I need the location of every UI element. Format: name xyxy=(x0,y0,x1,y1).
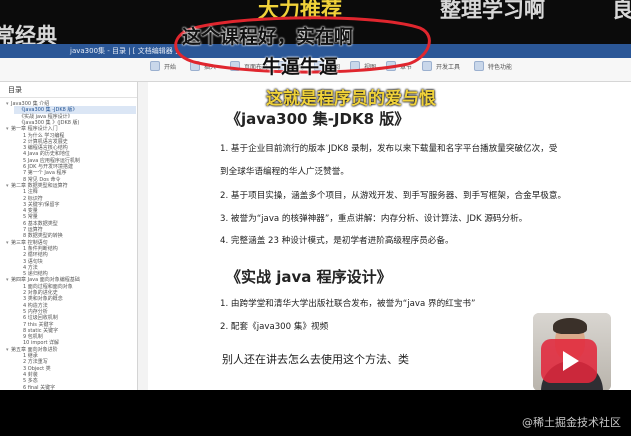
danmaku-yellow: 这就是程序员的爱与恨 xyxy=(266,89,436,109)
video-subtitle: 别人还在讲去怎么去使用这个方法、类 xyxy=(220,351,411,367)
outline-title: 目录 xyxy=(8,86,22,94)
doc-heading-2: 《实战 java 程序设计》 xyxy=(226,268,392,286)
doc-item-1b: 到全球华语编程的华人广泛赞誉。 xyxy=(220,167,349,177)
outline-header: 目录 xyxy=(0,82,137,98)
danmaku-bubble-line1: 这个课程好，实在啊 xyxy=(182,26,354,48)
danmaku-right-partial: 良 xyxy=(612,0,631,22)
doc-item-4: 4. 完整涵盖 23 种设计模式，是初学者进阶高级程序员必备。 xyxy=(220,236,454,246)
bottom-bar: @稀土掘金技术社区 xyxy=(0,390,631,436)
outline-sidebar: 目录 ▾ Java300 集 介绍 《java300 集 -JDK8 版》 《实战 j… xyxy=(0,82,138,390)
ribbon-feature-icon[interactable] xyxy=(474,61,484,71)
doc-item-3: 3. 被誉为“java 的核弹神器”，重点讲解：内存分析、设计算法、JDK 源码… xyxy=(220,214,528,224)
danmaku-left-partial: 常经典 xyxy=(0,24,57,46)
doc-item-1a: 1. 基于企业目前流行的版本 JDK8 录制，发布以来下载量和名字平台播放量突破… xyxy=(220,144,558,154)
window-title: java300集 - 目录 | [ 文档编辑器 ] xyxy=(70,47,178,55)
watermark: @稀土掘金技术社区 xyxy=(522,416,621,429)
play-icon xyxy=(563,351,579,371)
doc-item-6: 2. 配套《java300 集》视频 xyxy=(220,322,329,332)
doc-item-5: 1. 由跨学堂和清华大学出版社联合发布，被誉为“java 界的红宝书” xyxy=(220,299,476,309)
danmaku-bubble-line2: 牛逼牛逼 xyxy=(262,56,339,78)
danmaku-organize: 整理学习啊 xyxy=(440,0,545,22)
ribbon-item-8[interactable]: 特色功能 xyxy=(488,62,512,71)
doc-heading-1: 《java300 集-JDK8 版》 xyxy=(226,110,410,128)
doc-item-2: 2. 基于项目实操，涵盖多个项目，从游戏开发、到手写服务器、到手写框架，合金早极… xyxy=(220,191,567,201)
ribbon-item-7[interactable]: 开发工具 xyxy=(436,62,460,71)
play-button[interactable] xyxy=(541,339,597,383)
ribbon-home-icon[interactable] xyxy=(150,61,160,71)
presenter-hair xyxy=(553,318,587,334)
